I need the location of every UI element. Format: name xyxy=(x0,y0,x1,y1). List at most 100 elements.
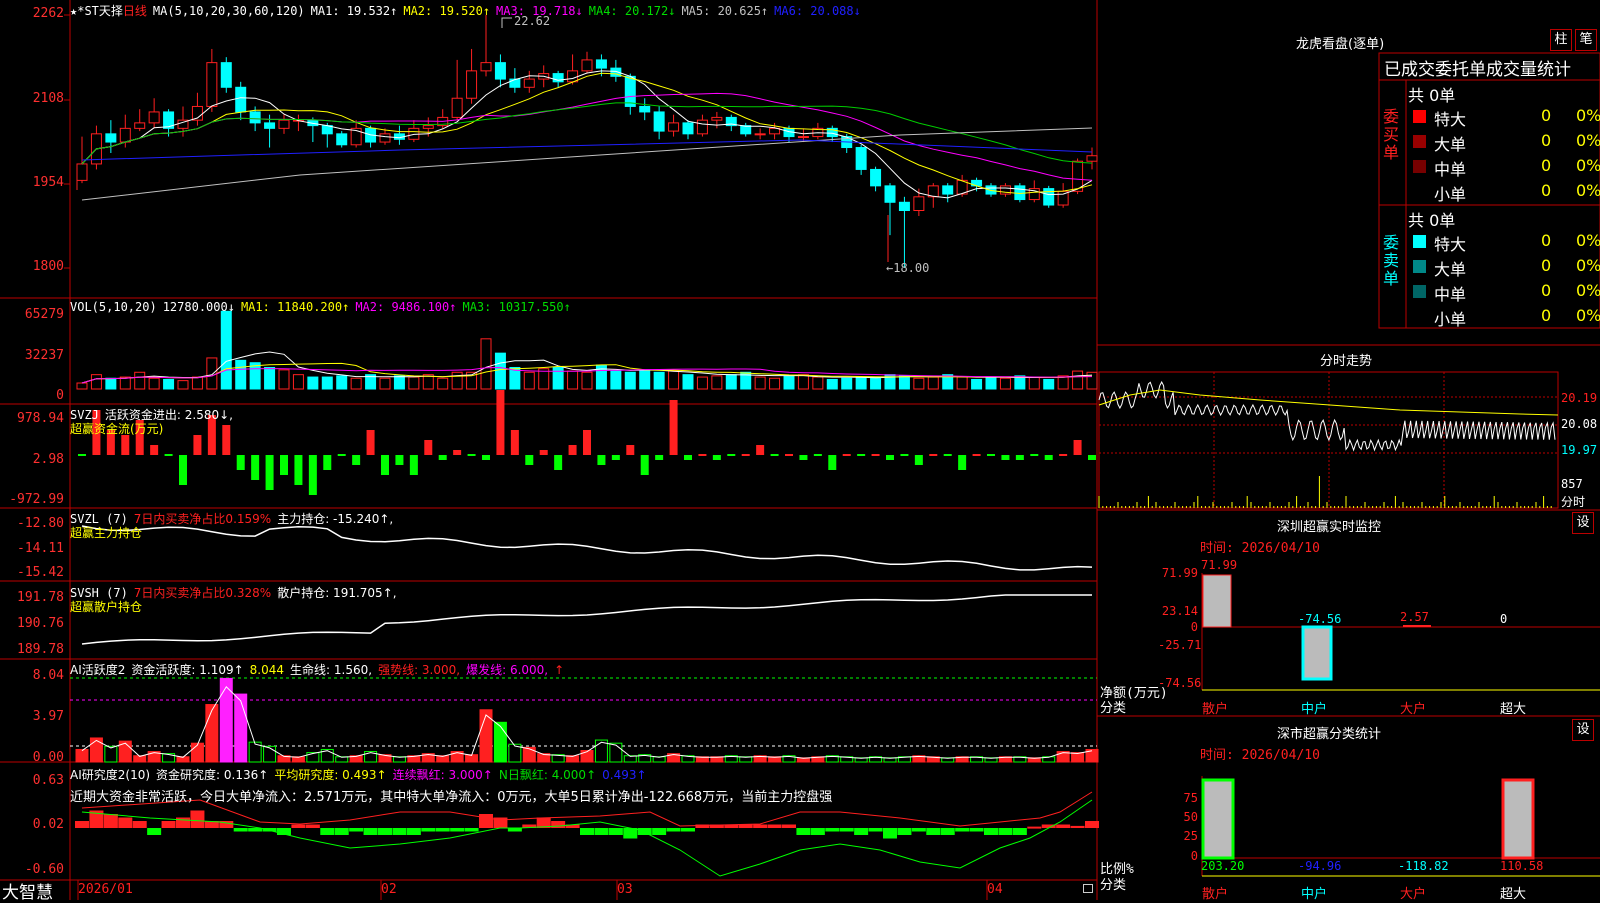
research-bar xyxy=(782,824,796,828)
cls-tick: 75 xyxy=(1183,791,1198,805)
volume-bar xyxy=(191,376,203,390)
research-bar xyxy=(132,821,147,828)
svzj-tick: 978.94 xyxy=(17,411,64,426)
cls-title: 深市超赢分类统计 xyxy=(1277,727,1382,742)
buy-row-percent: 0% xyxy=(1576,181,1600,200)
flow-bar xyxy=(756,445,765,455)
volume-bar xyxy=(278,369,290,390)
flow-bar xyxy=(958,455,967,470)
flow-bar xyxy=(467,454,476,456)
candle-body xyxy=(913,196,925,212)
research-bar xyxy=(305,824,320,828)
ai1-peak: 8.044 xyxy=(249,663,285,677)
candle-body xyxy=(942,185,954,195)
sell-row-swatch xyxy=(1413,235,1426,248)
volume-bar xyxy=(235,359,247,390)
ma2-value: MA2: 19.520↑ xyxy=(403,4,491,18)
volume-bar xyxy=(725,374,737,390)
price-tick: 2262 xyxy=(32,6,64,21)
candle-body xyxy=(595,59,607,69)
research-bar xyxy=(825,828,840,832)
flow-bar xyxy=(842,454,851,456)
candle-body xyxy=(220,62,232,88)
volume-bar xyxy=(913,377,925,390)
sell-row-percent: 0% xyxy=(1576,256,1600,275)
ma-header: MA(5,10,20,30,60,120) xyxy=(152,4,305,18)
vol-header: VOL(5,10,20) 12780.000↓ MA1: 11840.200↑ MA2… xyxy=(70,300,577,314)
bar-mode-button[interactable]: 柱 xyxy=(1550,29,1572,51)
sell-row-swatch xyxy=(1413,260,1426,273)
lock-icon[interactable] xyxy=(1083,884,1093,893)
activity-bar xyxy=(522,746,536,763)
volume-bar xyxy=(494,352,506,390)
flow-bar xyxy=(1030,454,1039,456)
ma-line xyxy=(81,70,1093,199)
ma6-value: MA6: 20.088↓ xyxy=(774,4,861,18)
candle-body xyxy=(480,62,492,72)
flow-bar xyxy=(525,455,534,465)
sell-row-count: 0 xyxy=(1541,281,1552,300)
ai2-extra: 0.493↑ xyxy=(602,768,647,782)
research-bar xyxy=(450,828,465,832)
research-bar xyxy=(854,828,869,835)
ai2-tick: 0.63 xyxy=(32,773,64,788)
vol-ma1: MA1: 11840.200↑ xyxy=(240,300,350,314)
ai2-average: 平均研究度: 0.493↑ xyxy=(274,768,387,782)
svzl-value: 主力持仓: -15.240↑, xyxy=(277,512,394,526)
sell-side-label: 委卖单 xyxy=(1383,233,1400,288)
research-bar xyxy=(435,828,450,832)
volume-bar xyxy=(264,366,276,390)
ai1-tick: 3.97 xyxy=(32,709,64,724)
volume-bar xyxy=(668,370,680,390)
sz-value: 71.99 xyxy=(1201,558,1238,572)
research-bar xyxy=(147,828,162,835)
flow-bar xyxy=(78,454,86,456)
flow-bar xyxy=(698,454,707,456)
flow-bar xyxy=(1015,455,1024,460)
cls-settings-button[interactable]: 设 xyxy=(1572,719,1594,741)
flow-bar xyxy=(337,454,346,456)
flow-bar xyxy=(929,454,938,456)
flow-bar xyxy=(150,445,159,455)
volume-bar xyxy=(639,369,651,390)
flow-bar xyxy=(568,445,577,455)
flow-bar xyxy=(424,440,433,455)
sz-settings-button[interactable]: 设 xyxy=(1572,512,1594,534)
research-bar xyxy=(378,828,392,835)
svzj-subtitle: 超赢资金流(万元) xyxy=(70,422,164,436)
research-bar xyxy=(796,828,811,835)
ai2-consecutive: 连续飘红: 3.000↑ xyxy=(392,768,493,782)
sell-row-name: 小单 xyxy=(1434,310,1467,329)
period-label[interactable]: 日线 xyxy=(123,4,147,18)
stock-name[interactable]: ★*ST天择 xyxy=(70,4,123,18)
flow-bar xyxy=(1073,440,1082,455)
buy-row-name: 大单 xyxy=(1434,135,1467,154)
candle-body xyxy=(898,201,910,212)
cls-cat-retail: 散户 xyxy=(1202,887,1229,902)
volume-bar xyxy=(292,374,304,390)
cls-value: 203.20 xyxy=(1201,859,1245,873)
ai1-title: AI活跃度2 xyxy=(70,663,126,677)
tick-mode-button[interactable]: 笔 xyxy=(1575,29,1597,51)
volume-bar xyxy=(480,338,492,390)
flow-bar xyxy=(539,450,548,455)
research-bar xyxy=(652,828,667,835)
sell-row-name: 特大 xyxy=(1434,235,1467,254)
candle-body xyxy=(639,105,651,113)
sell-row-swatch xyxy=(1413,285,1426,298)
research-bar xyxy=(753,824,768,828)
ai2-tick: 0.02 xyxy=(32,817,64,832)
candle-body xyxy=(336,133,348,146)
cls-value: -118.82 xyxy=(1398,859,1449,873)
flow-bar xyxy=(583,430,591,455)
intraday-tick: 20.08 xyxy=(1561,417,1598,431)
vol-ma3: MA3: 10317.550↑ xyxy=(462,300,571,314)
research-bar xyxy=(608,828,623,835)
price-header: ★*ST天择日线 MA(5,10,20,30,60,120) MA1: 19.532… xyxy=(70,2,867,19)
vol-tick: 0 xyxy=(56,388,64,403)
svzl-tick: -15.42 xyxy=(17,565,64,580)
ai2-comment: 近期大资金非常活跃，今日大单净流入：2.571万元，其中特大单净流入：0万元，大… xyxy=(70,790,833,805)
flow-bar xyxy=(712,455,721,460)
research-bar xyxy=(810,828,825,835)
flow-bar xyxy=(1001,455,1010,460)
